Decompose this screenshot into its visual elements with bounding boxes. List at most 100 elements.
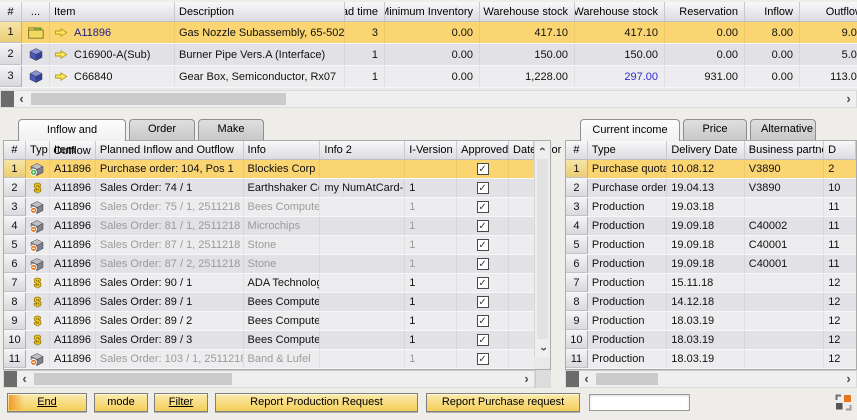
scroll-down-icon[interactable]: ‹ bbox=[535, 341, 550, 357]
outflow-cube-minus-icon bbox=[30, 258, 44, 271]
table-row[interactable]: 8Production14.12.1812 bbox=[566, 293, 856, 312]
tab-current-income[interactable]: Current income bbox=[580, 119, 680, 141]
icon-cell bbox=[26, 217, 50, 235]
planned-inflow-outflow-cell: Purchase order: 104, Pos 1 bbox=[96, 160, 244, 178]
delivery-date-cell: 10.08.12 bbox=[667, 160, 744, 178]
icon-cell bbox=[26, 350, 50, 368]
table-row[interactable]: 1A11896Gas Nozzle Subassembly, 65-502543… bbox=[0, 22, 857, 44]
table-row[interactable]: 8$A11896Sales Order: 89 / 1Bees Computer… bbox=[4, 293, 534, 312]
row-number: 5 bbox=[566, 236, 588, 254]
approved-checkbox[interactable]: ✓ bbox=[477, 277, 489, 289]
end-button[interactable]: End bbox=[7, 393, 87, 412]
approved-checkbox[interactable]: ✓ bbox=[477, 239, 489, 251]
right-panel-tabs: Current income Price Alternative bbox=[565, 118, 857, 140]
scroll-right-icon[interactable]: › bbox=[841, 91, 856, 107]
date-of-order-cell bbox=[509, 331, 534, 349]
left-table-hscrollbar[interactable]: ‹ › bbox=[3, 370, 535, 388]
table-row[interactable]: 4A11896Sales Order: 81 / 1, 2511218Micro… bbox=[4, 217, 534, 236]
scrollbar-grip-block[interactable] bbox=[4, 371, 17, 387]
approved-checkbox[interactable]: ✓ bbox=[477, 201, 489, 213]
inflow-outflow-panel: Inflow and Outflow Order Make # Typ Item… bbox=[3, 118, 551, 388]
table-row[interactable]: 5Production19.09.18C4000111 bbox=[566, 236, 856, 255]
i-version-cell bbox=[405, 160, 457, 178]
table-row[interactable]: 2Purchase order19.04.13V389010 bbox=[566, 179, 856, 198]
info-cell: Stone bbox=[244, 236, 321, 254]
row-number: 4 bbox=[4, 217, 26, 235]
approved-checkbox[interactable]: ✓ bbox=[477, 353, 489, 365]
info2-cell bbox=[320, 217, 405, 235]
scrollbar-thumb[interactable] bbox=[596, 373, 658, 385]
delivery-date-cell: 19.04.13 bbox=[667, 179, 744, 197]
table-row[interactable]: 1Purchase quotation10.08.12V38902 bbox=[566, 160, 856, 179]
planned-inflow-outflow-cell: Sales Order: 89 / 2 bbox=[96, 312, 244, 330]
table-row[interactable]: 9$A11896Sales Order: 89 / 2Bees Computer… bbox=[4, 312, 534, 331]
table-row[interactable]: 3Production19.03.1811 bbox=[566, 198, 856, 217]
tab-inflow-and-outflow[interactable]: Inflow and Outflow bbox=[18, 119, 126, 141]
info2-cell bbox=[320, 255, 405, 273]
approved-checkbox[interactable]: ✓ bbox=[477, 182, 489, 194]
approved-checkbox[interactable]: ✓ bbox=[477, 296, 489, 308]
col-header-reservation: Reservation bbox=[665, 2, 745, 21]
table-row[interactable]: 1A11896Purchase order: 104, Pos 1Blockie… bbox=[4, 160, 534, 179]
scroll-right-icon[interactable]: › bbox=[519, 371, 534, 387]
table-row[interactable]: 4Production19.09.18C4000211 bbox=[566, 217, 856, 236]
date-of-order-cell bbox=[509, 160, 534, 178]
info-cell: Bees Computers bbox=[244, 312, 321, 330]
inflow-cell: 0.00 bbox=[745, 44, 800, 65]
scroll-left-icon[interactable]: ‹ bbox=[14, 91, 29, 107]
table-row[interactable]: 2C16900-A(Sub)Burner Pipe Vers.A (Interf… bbox=[0, 44, 857, 66]
tab-alternative[interactable]: Alternative bbox=[750, 119, 816, 140]
scrollbar-thumb[interactable] bbox=[34, 373, 232, 385]
items-table: # ... Item Description Lead time Minimum… bbox=[0, 2, 857, 90]
approved-checkbox[interactable]: ✓ bbox=[477, 163, 489, 175]
vscrollbar-thumb[interactable] bbox=[537, 159, 548, 339]
tab-order[interactable]: Order bbox=[129, 119, 195, 140]
vscrollbar-track[interactable] bbox=[535, 157, 550, 341]
type-cell: Purchase quotation bbox=[588, 160, 667, 178]
report-purchase-request-button[interactable]: Report Purchase request bbox=[426, 393, 580, 412]
scrollbar-grip-block[interactable] bbox=[566, 371, 579, 387]
table-row[interactable]: 5A11896Sales Order: 87 / 1, 2511218Stone… bbox=[4, 236, 534, 255]
scrollbar-grip-block[interactable] bbox=[1, 91, 14, 107]
table-row[interactable]: 11A11896Sales Order: 103 / 1, 2511218Ban… bbox=[4, 350, 534, 369]
scroll-up-icon[interactable]: ‹ bbox=[535, 141, 550, 157]
items-table-hscrollbar[interactable]: ‹ › bbox=[0, 90, 857, 108]
table-row[interactable]: 3A11896Sales Order: 75 / 1, 2511218Bees … bbox=[4, 198, 534, 217]
scrollbar-track[interactable] bbox=[32, 371, 519, 387]
approved-checkbox[interactable]: ✓ bbox=[477, 220, 489, 232]
type-cell: Production bbox=[588, 217, 667, 235]
tab-price[interactable]: Price bbox=[683, 119, 747, 140]
i-version-cell: 1 bbox=[405, 350, 457, 368]
scroll-right-icon[interactable]: › bbox=[841, 371, 856, 387]
table-row[interactable]: 3C66840Gear Box, Semiconductor, Rx0710.0… bbox=[0, 66, 857, 88]
filter-button[interactable]: Filter bbox=[154, 393, 208, 412]
approved-checkbox[interactable]: ✓ bbox=[477, 334, 489, 346]
table-row[interactable]: 6A11896Sales Order: 87 / 2, 2511218Stone… bbox=[4, 255, 534, 274]
footer-input[interactable] bbox=[589, 394, 690, 411]
table-row[interactable]: 9Production18.03.1912 bbox=[566, 312, 856, 331]
outflow-cube-minus-icon bbox=[30, 220, 44, 233]
document-cell: 12 bbox=[824, 331, 856, 349]
scrollbar-thumb[interactable] bbox=[31, 93, 286, 105]
table-row[interactable]: 6Production19.09.18C4000111 bbox=[566, 255, 856, 274]
approved-checkbox[interactable]: ✓ bbox=[477, 315, 489, 327]
scrollbar-track[interactable] bbox=[594, 371, 841, 387]
resize-grip-icon[interactable] bbox=[835, 394, 852, 411]
mode-button[interactable]: mode bbox=[94, 393, 148, 412]
left-table-vscrollbar[interactable]: ‹ ‹ bbox=[534, 141, 550, 357]
table-row[interactable]: 7Production15.11.1812 bbox=[566, 274, 856, 293]
table-row[interactable]: 10$A11896Sales Order: 89 / 3Bees Compute… bbox=[4, 331, 534, 350]
scroll-left-icon[interactable]: ‹ bbox=[17, 371, 32, 387]
scrollbar-track[interactable] bbox=[29, 91, 841, 107]
table-row[interactable]: 10Production18.03.1912 bbox=[566, 331, 856, 350]
table-row[interactable]: 7$A11896Sales Order: 90 / 1ADA Technolog… bbox=[4, 274, 534, 293]
report-production-request-button[interactable]: Report Production Request bbox=[215, 393, 418, 412]
table-row[interactable]: 2$A11896Sales Order: 74 / 1Earthshaker C… bbox=[4, 179, 534, 198]
approved-checkbox[interactable]: ✓ bbox=[477, 258, 489, 270]
tab-make[interactable]: Make bbox=[198, 119, 264, 140]
scroll-left-icon[interactable]: ‹ bbox=[579, 371, 594, 387]
item-code-cell: A11896 bbox=[50, 293, 96, 311]
right-table-hscrollbar[interactable]: ‹ › bbox=[565, 370, 857, 388]
date-of-order-cell bbox=[509, 236, 534, 254]
table-row[interactable]: 11Production18.03.1912 bbox=[566, 350, 856, 369]
